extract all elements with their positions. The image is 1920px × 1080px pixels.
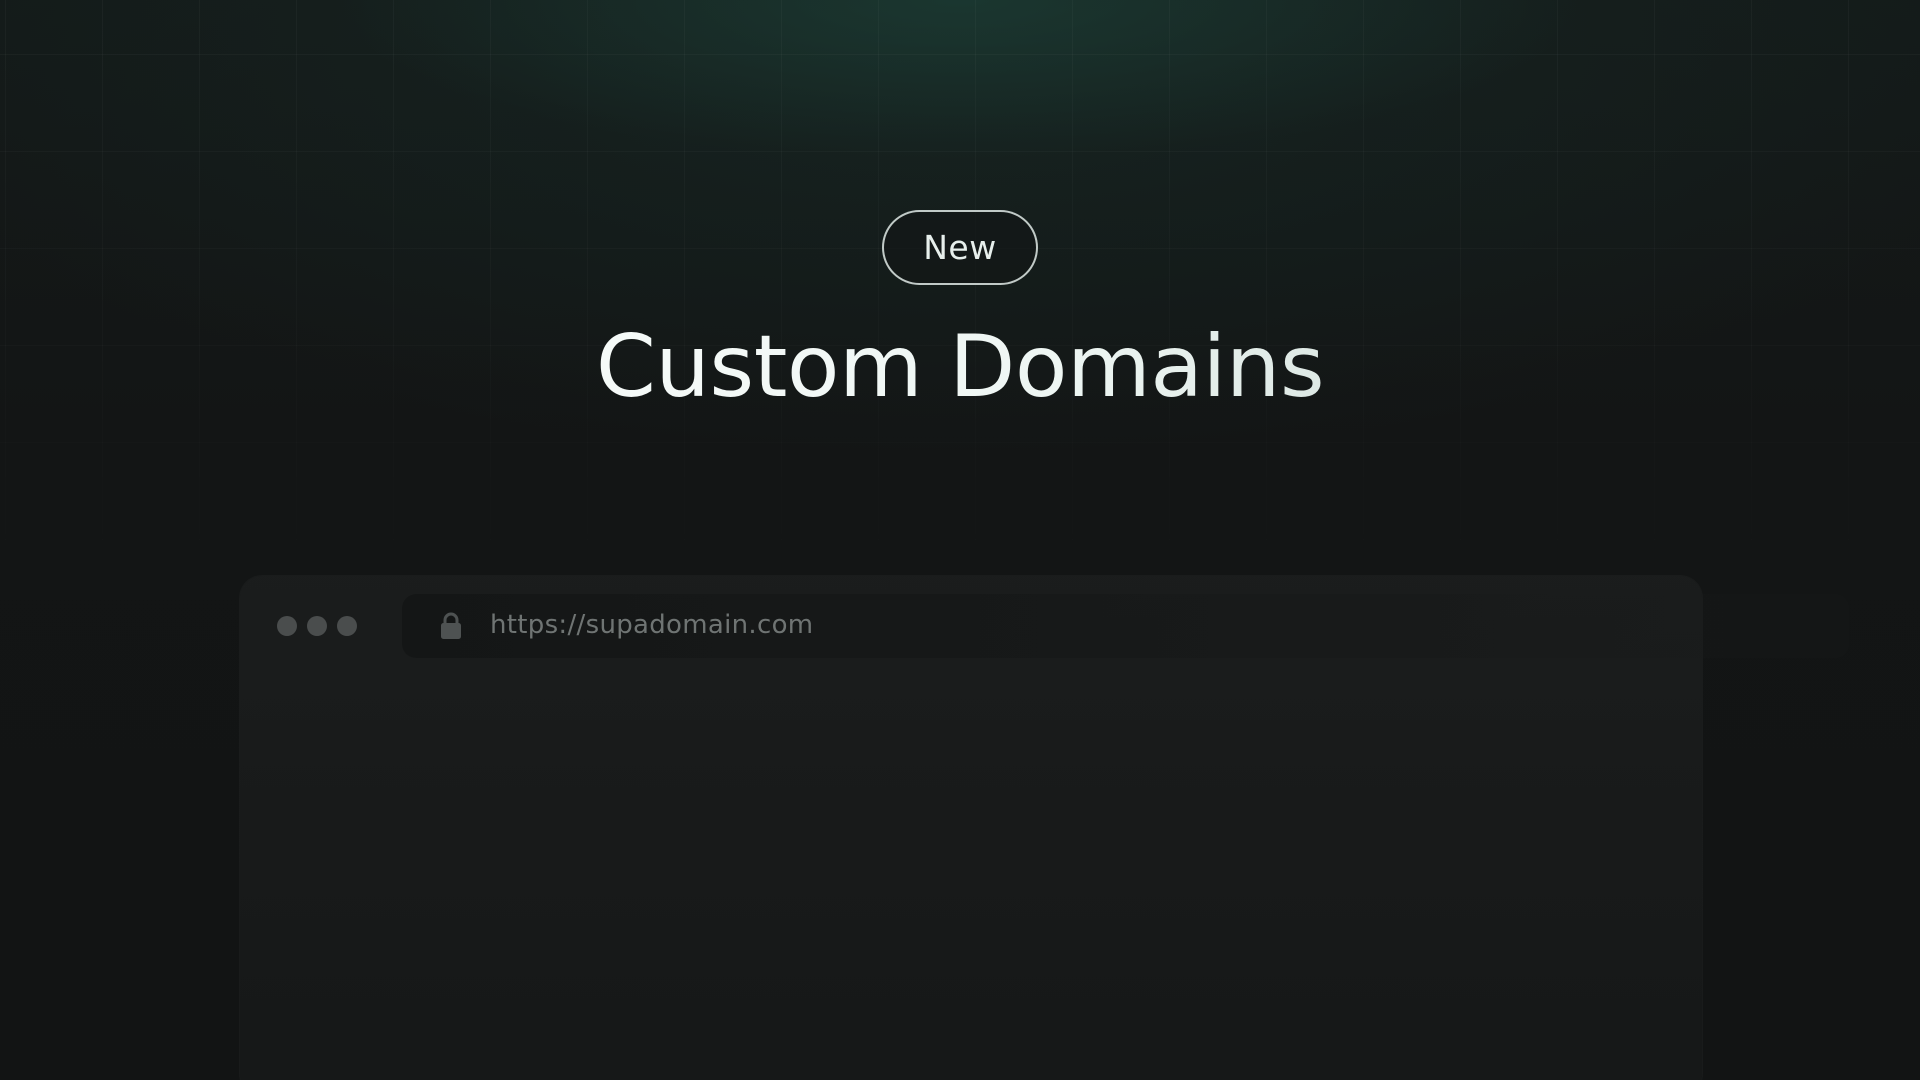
lock-icon [441, 612, 461, 639]
new-badge: New [882, 210, 1038, 285]
new-badge-label: New [923, 228, 997, 267]
window-dot-icon [277, 616, 297, 636]
window-controls [277, 616, 357, 636]
hero-stage: New Custom Domains https://supadomain.co… [0, 0, 1920, 1080]
browser-window-mockup: https://supadomain.com [240, 576, 1849, 1080]
address-bar-url: https://supadomain.com [490, 610, 814, 640]
background-grid [0, 0, 1920, 620]
window-dot-icon [307, 616, 327, 636]
window-dot-icon [337, 616, 357, 636]
page-title: Custom Domains [0, 312, 1920, 422]
